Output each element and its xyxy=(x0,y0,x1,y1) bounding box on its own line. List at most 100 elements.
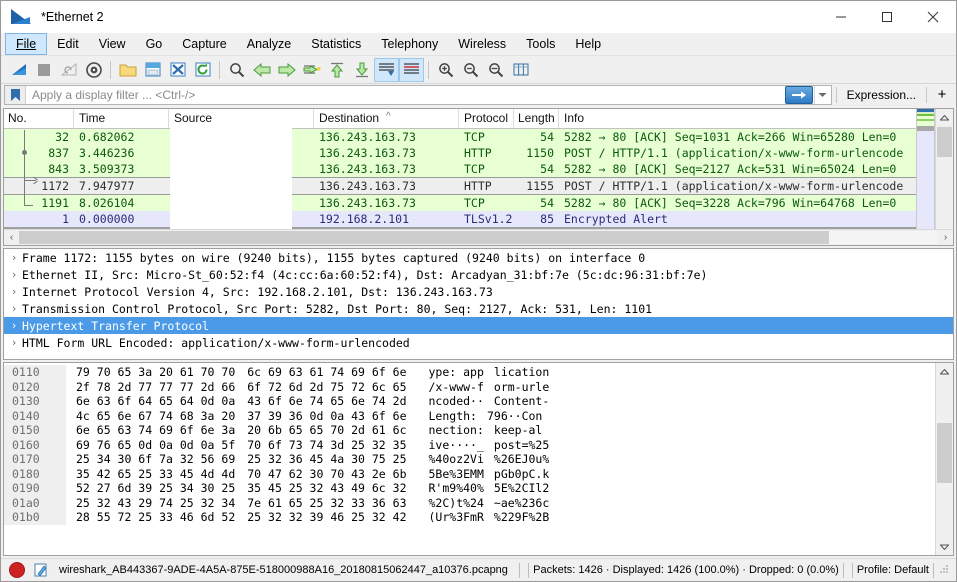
display-filter-box[interactable]: Apply a display filter ... <Ctrl-/> xyxy=(4,85,832,105)
table-row[interactable]: 843 3.509373 136.243.163.73 TCP 54 5282 … xyxy=(4,161,953,177)
go-back-icon[interactable] xyxy=(249,58,274,82)
go-to-packet-icon[interactable] xyxy=(299,58,324,82)
intelligent-scrollbar[interactable] xyxy=(916,109,935,245)
menu-analyze[interactable]: Analyze xyxy=(237,33,301,55)
close-file-icon[interactable] xyxy=(165,58,190,82)
column-header-length[interactable]: Length xyxy=(514,109,559,128)
packet-bytes-vscrollbar[interactable] xyxy=(935,363,953,555)
menu-help[interactable]: Help xyxy=(565,33,611,55)
menu-wireless[interactable]: Wireless xyxy=(448,33,516,55)
filter-history-dropdown[interactable] xyxy=(814,86,831,104)
menu-statistics[interactable]: Statistics xyxy=(301,33,371,55)
menu-edit[interactable]: Edit xyxy=(47,33,89,55)
scroll-up-icon[interactable] xyxy=(936,109,953,126)
packet-details-pane[interactable]: › Frame 1172: 1155 bytes on wire (9240 b… xyxy=(3,248,954,360)
column-header-no[interactable]: No. xyxy=(4,109,74,128)
scroll-right-icon[interactable]: › xyxy=(938,230,953,245)
packet-list-vscrollbar[interactable] xyxy=(935,109,953,245)
menu-tools[interactable]: Tools xyxy=(516,33,565,55)
menu-go[interactable]: Go xyxy=(136,33,173,55)
apply-filter-button[interactable] xyxy=(784,86,814,104)
go-first-packet-icon[interactable] xyxy=(324,58,349,82)
zoom-in-icon[interactable] xyxy=(433,58,458,82)
menu-file[interactable]: File xyxy=(5,33,47,55)
capture-options-icon[interactable] xyxy=(81,58,106,82)
menu-telephony[interactable]: Telephony xyxy=(371,33,448,55)
cell-protocol: HTTP xyxy=(459,179,514,193)
restart-capture-icon[interactable] xyxy=(56,58,81,82)
column-header-destination[interactable]: Destination ^ xyxy=(314,109,459,128)
hex-row: 0170 25 34 30 6f 7a 32 56 69 25 32 36 45… xyxy=(4,452,953,467)
open-file-icon[interactable] xyxy=(115,58,140,82)
zoom-reset-icon[interactable] xyxy=(483,58,508,82)
hex-row: 0120 2f 78 2d 77 77 77 2d 66 6f 72 6d 2d… xyxy=(4,380,953,395)
scroll-left-icon[interactable]: ‹ xyxy=(4,230,19,245)
toolbar-separator xyxy=(428,61,429,79)
reload-file-icon[interactable] xyxy=(190,58,215,82)
detail-row-tcp[interactable]: › Transmission Control Protocol, Src Por… xyxy=(4,300,953,317)
table-row[interactable]: 837 3.446236 136.243.163.73 HTTP 1150 PO… xyxy=(4,145,953,161)
table-row[interactable]: 1191 8.026104 136.243.163.73 TCP 54 5282… xyxy=(4,195,953,211)
scroll-thumb[interactable] xyxy=(937,127,952,157)
resize-columns-icon[interactable] xyxy=(508,58,533,82)
save-file-icon[interactable] xyxy=(140,58,165,82)
minimize-icon xyxy=(835,11,847,23)
menu-view[interactable]: View xyxy=(89,33,136,55)
go-forward-icon[interactable] xyxy=(274,58,299,82)
packet-list-rows[interactable]: 32 0.682062 136.243.163.73 TCP 54 5282 →… xyxy=(4,129,953,245)
filter-expression-button[interactable]: Expression... xyxy=(841,88,922,102)
go-last-packet-icon[interactable] xyxy=(349,58,374,82)
column-header-time[interactable]: Time xyxy=(74,109,169,128)
hscroll-track[interactable] xyxy=(19,231,938,244)
stop-capture-icon[interactable] xyxy=(31,58,56,82)
hscroll-thumb[interactable] xyxy=(19,231,829,244)
zoom-out-icon[interactable] xyxy=(458,58,483,82)
chevron-right-icon[interactable]: › xyxy=(6,336,22,349)
resize-grip[interactable] xyxy=(938,563,952,577)
auto-scroll-icon[interactable] xyxy=(374,58,399,82)
scroll-down-icon[interactable] xyxy=(936,538,953,555)
chevron-right-icon[interactable]: › xyxy=(6,268,22,281)
minimize-button[interactable] xyxy=(818,1,864,33)
maximize-button[interactable] xyxy=(864,1,910,33)
column-header-source[interactable]: Source xyxy=(169,109,314,128)
detail-row-ethernet[interactable]: › Ethernet II, Src: Micro-St_60:52:f4 (4… xyxy=(4,266,953,283)
packet-list-pane[interactable]: No. Time Source Destination ^ Protocol L… xyxy=(3,108,954,246)
column-header-info[interactable]: Info xyxy=(559,109,953,128)
bookmark-icon[interactable] xyxy=(5,86,26,104)
table-row[interactable]: 1 0.000000 192.168.2.101 TLSv1.2 85 Encr… xyxy=(4,211,953,227)
record-red-icon[interactable] xyxy=(9,562,25,578)
cell-time: 8.026104 xyxy=(74,196,169,210)
table-row-selected[interactable]: 1172 7.947977 136.243.163.73 HTTP 1155 P… xyxy=(4,177,953,195)
table-row[interactable]: 32 0.682062 136.243.163.73 TCP 54 5282 →… xyxy=(4,129,953,145)
scroll-thumb[interactable] xyxy=(937,423,952,483)
cell-destination: 136.243.163.73 xyxy=(314,162,459,176)
colorize-icon[interactable] xyxy=(399,58,424,82)
packet-bytes-pane[interactable]: 0110 79 70 65 3a 20 61 70 70 6c 69 63 61… xyxy=(3,362,954,556)
chevron-right-icon[interactable]: › xyxy=(6,302,22,315)
scroll-up-icon[interactable] xyxy=(936,363,953,380)
packet-counts: Packets: 1426 · Displayed: 1426 (100.0%)… xyxy=(533,564,839,576)
column-header-protocol[interactable]: Protocol xyxy=(459,109,514,128)
hex-offset: 0180 xyxy=(4,467,66,482)
chevron-right-icon[interactable]: › xyxy=(6,285,22,298)
detail-row-http-selected[interactable]: › Hypertext Transfer Protocol xyxy=(4,317,953,334)
capture-file-properties-icon[interactable] xyxy=(31,563,51,577)
menu-capture[interactable]: Capture xyxy=(172,33,236,55)
profile-label[interactable]: Profile: Default xyxy=(857,564,929,576)
start-capture-icon[interactable] xyxy=(6,58,31,82)
detail-row-form-urlencoded[interactable]: › HTML Form URL Encoded: application/x-w… xyxy=(4,334,953,351)
hex-row: 0150 6e 65 63 74 69 6f 6e 3a 20 6b 65 65… xyxy=(4,423,953,438)
chevron-right-icon[interactable]: › xyxy=(6,319,22,332)
detail-row-ipv4[interactable]: › Internet Protocol Version 4, Src: 192.… xyxy=(4,283,953,300)
display-filter-input[interactable]: Apply a display filter ... <Ctrl-/> xyxy=(26,88,784,102)
add-filter-button[interactable]: + xyxy=(931,86,953,104)
detail-row-frame[interactable]: › Frame 1172: 1155 bytes on wire (9240 b… xyxy=(4,249,953,266)
cell-length: 54 xyxy=(514,162,559,176)
find-packet-icon[interactable] xyxy=(224,58,249,82)
packet-list-hscrollbar[interactable]: ‹ › xyxy=(4,229,953,245)
hex-bytes-2: 7e 61 65 25 32 33 36 63 xyxy=(235,496,406,510)
status-separator xyxy=(843,563,844,578)
chevron-right-icon[interactable]: › xyxy=(6,251,22,264)
close-button[interactable] xyxy=(910,1,956,33)
